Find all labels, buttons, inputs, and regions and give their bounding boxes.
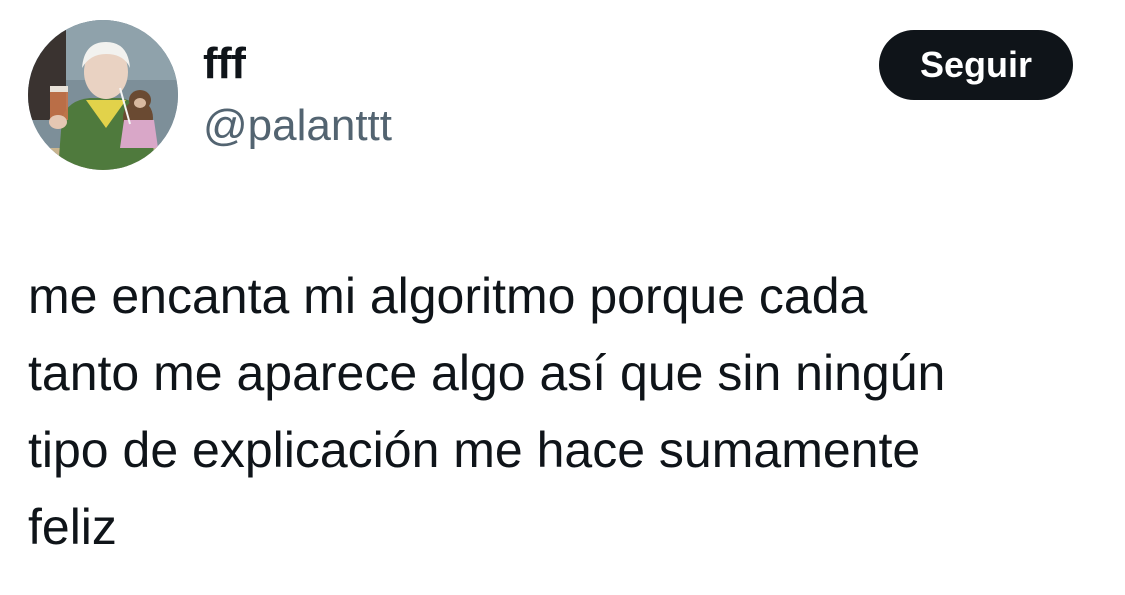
user-handle[interactable]: @palanttt	[203, 100, 392, 152]
avatar[interactable]	[28, 20, 178, 170]
display-name[interactable]: fff	[203, 38, 246, 90]
tweet-text: me encanta mi algoritmo porque cada tant…	[28, 268, 946, 555]
tweet-card: fff @palanttt Seguir me encanta mi algor…	[0, 0, 1125, 595]
follow-button[interactable]: Seguir	[879, 30, 1073, 100]
avatar-photo	[28, 20, 178, 170]
